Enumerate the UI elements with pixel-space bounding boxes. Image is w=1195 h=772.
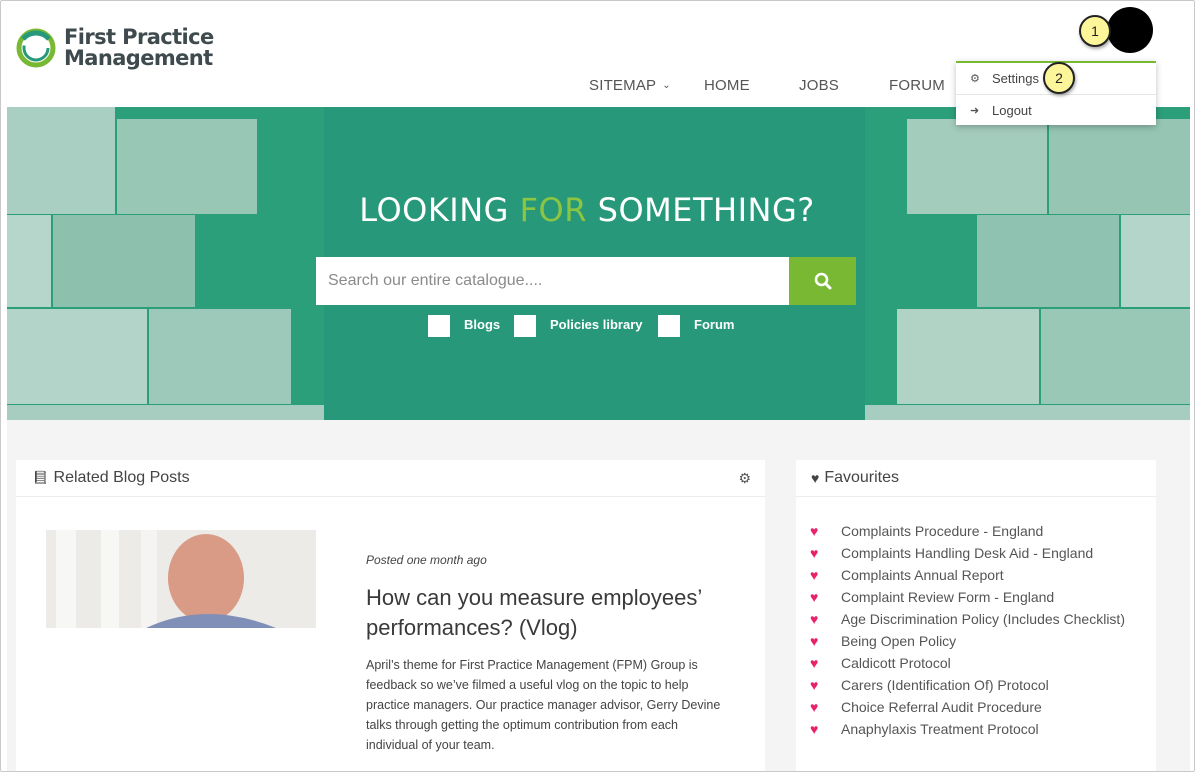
nav-sitemap-label: SITEMAP (589, 77, 657, 94)
hero-title-before: LOOKING (359, 191, 520, 229)
favourite-label: Age Discrimination Policy (Includes Chec… (841, 611, 1125, 627)
logo-line-1: First Practice (64, 25, 214, 49)
chevron-down-icon: ⌄ (662, 80, 671, 91)
favourite-label: Caldicott Protocol (841, 655, 951, 671)
book-icon: 📘︎ (32, 470, 49, 485)
search-button[interactable] (789, 257, 856, 305)
heart-icon: ♥ (810, 655, 819, 671)
gears-icon: ⚙ (970, 73, 980, 85)
blog-panel: 📘︎ Related Blog Posts ⚙ Posted one month… (16, 460, 765, 771)
blog-panel-title: Related Blog Posts (53, 469, 190, 486)
heart-icon: ♥ (810, 611, 819, 627)
search-icon (814, 272, 831, 290)
photo-tile (149, 309, 291, 404)
favourite-item[interactable]: ♥ Complaints Handling Desk Aid - England (810, 542, 1125, 564)
heart-icon: ♥ (810, 567, 819, 583)
step-callout-2: 2 (1043, 62, 1075, 94)
favourite-label: Complaints Annual Report (841, 567, 1004, 583)
favourite-item[interactable]: ♥ Complaints Procedure - England (810, 520, 1125, 542)
favourite-label: Anaphylaxis Treatment Protocol (841, 721, 1039, 737)
heart-icon: ♥ (811, 470, 820, 486)
sign-out-icon: ➜ (970, 105, 980, 117)
nav-jobs[interactable]: JOBS (799, 77, 839, 94)
photo-tile (1041, 309, 1190, 404)
photo-tile (7, 309, 147, 404)
post-title-link[interactable]: How can you measure employees’ performan… (366, 583, 746, 643)
photo-tile (897, 309, 1039, 404)
favourites-panel-title: Favourites (824, 469, 900, 486)
favourite-item[interactable]: ♥ Complaints Annual Report (810, 564, 1125, 586)
post-date: Posted one month ago (366, 553, 487, 567)
favourite-item[interactable]: ♥ Anaphylaxis Treatment Protocol (810, 718, 1125, 740)
heart-icon: ♥ (810, 589, 819, 605)
post-excerpt: April’s theme for First Practice Managem… (366, 658, 721, 752)
favourites-panel: ♥ Favourites ♥ Complaints Procedure - Eng… (796, 460, 1156, 771)
hero-title-accent: FOR (519, 191, 587, 229)
favourite-label: Carers (Identification Of) Protocol (841, 677, 1049, 693)
filter-policies-checkbox[interactable] (514, 315, 536, 337)
favourite-label: Complaints Handling Desk Aid - England (841, 545, 1094, 561)
favourite-item[interactable]: ♥ Caldicott Protocol (810, 652, 1125, 674)
hero-banner: LOOKING FOR SOMETHING? Blogs Policies li… (7, 107, 1190, 420)
user-avatar[interactable] (1107, 7, 1153, 53)
favourite-item[interactable]: ♥ Carers (Identification Of) Protocol (810, 674, 1125, 696)
search-box (316, 257, 789, 305)
favourite-label: Complaints Procedure - England (841, 523, 1044, 539)
blog-post-image[interactable] (46, 530, 316, 628)
heart-icon: ♥ (810, 699, 819, 715)
photo-tile (7, 405, 324, 420)
favourite-item[interactable]: ♥ Age Discrimination Policy (Includes Che… (810, 608, 1125, 630)
menu-settings-label: Settings (992, 71, 1039, 86)
favourite-label: Choice Referral Audit Procedure (841, 699, 1042, 715)
filter-blogs-label: Blogs (464, 317, 501, 332)
hero-title-after: SOMETHING? (586, 191, 815, 229)
nav-home[interactable]: HOME (704, 77, 750, 94)
menu-item-logout[interactable]: ➜ Logout (956, 95, 1156, 126)
favourite-label: Being Open Policy (841, 633, 957, 649)
filter-policies-label: Policies library (550, 317, 643, 332)
heart-icon: ♥ (810, 721, 819, 737)
favourite-item[interactable]: ♥ Choice Referral Audit Procedure (810, 696, 1125, 718)
heart-icon: ♥ (810, 523, 819, 539)
nav-sitemap[interactable]: SITEMAP ⌄ (589, 77, 671, 94)
heart-icon: ♥ (810, 677, 819, 693)
menu-logout-label: Logout (992, 103, 1032, 118)
site-logo[interactable]: First Practice Management (15, 27, 214, 69)
blog-panel-header: 📘︎ Related Blog Posts ⚙ (16, 460, 765, 497)
step-callout-1: 1 (1079, 15, 1111, 47)
browser-frame: First Practice Management SITEMAP ⌄ HOME … (0, 0, 1195, 772)
content-area: 📘︎ Related Blog Posts ⚙ Posted one month… (7, 420, 1190, 771)
filter-blogs-checkbox[interactable] (428, 315, 450, 337)
nav-forum[interactable]: FORUM (889, 77, 945, 94)
favourites-list: ♥ Complaints Procedure - England ♥ Complai… (810, 520, 1125, 740)
favourite-item[interactable]: ♥ Being Open Policy (810, 630, 1125, 652)
filter-forum-label: Forum (694, 317, 735, 332)
photo-tile (865, 405, 1190, 420)
favourite-label: Complaint Review Form - England (841, 589, 1055, 605)
search-input[interactable] (316, 257, 789, 305)
logo-wordmark: First Practice Management (64, 27, 214, 69)
filter-forum-checkbox[interactable] (658, 315, 680, 337)
heart-icon: ♥ (810, 633, 819, 649)
gear-icon[interactable]: ⚙ (738, 470, 751, 487)
logo-line-2: Management (64, 46, 213, 70)
heart-icon: ♥ (810, 545, 819, 561)
favourite-item[interactable]: ♥ Complaint Review Form - England (810, 586, 1125, 608)
hero-title: LOOKING FOR SOMETHING? (7, 191, 1167, 229)
favourites-panel-header: ♥ Favourites (796, 460, 1156, 497)
logo-ring-icon (15, 27, 57, 69)
